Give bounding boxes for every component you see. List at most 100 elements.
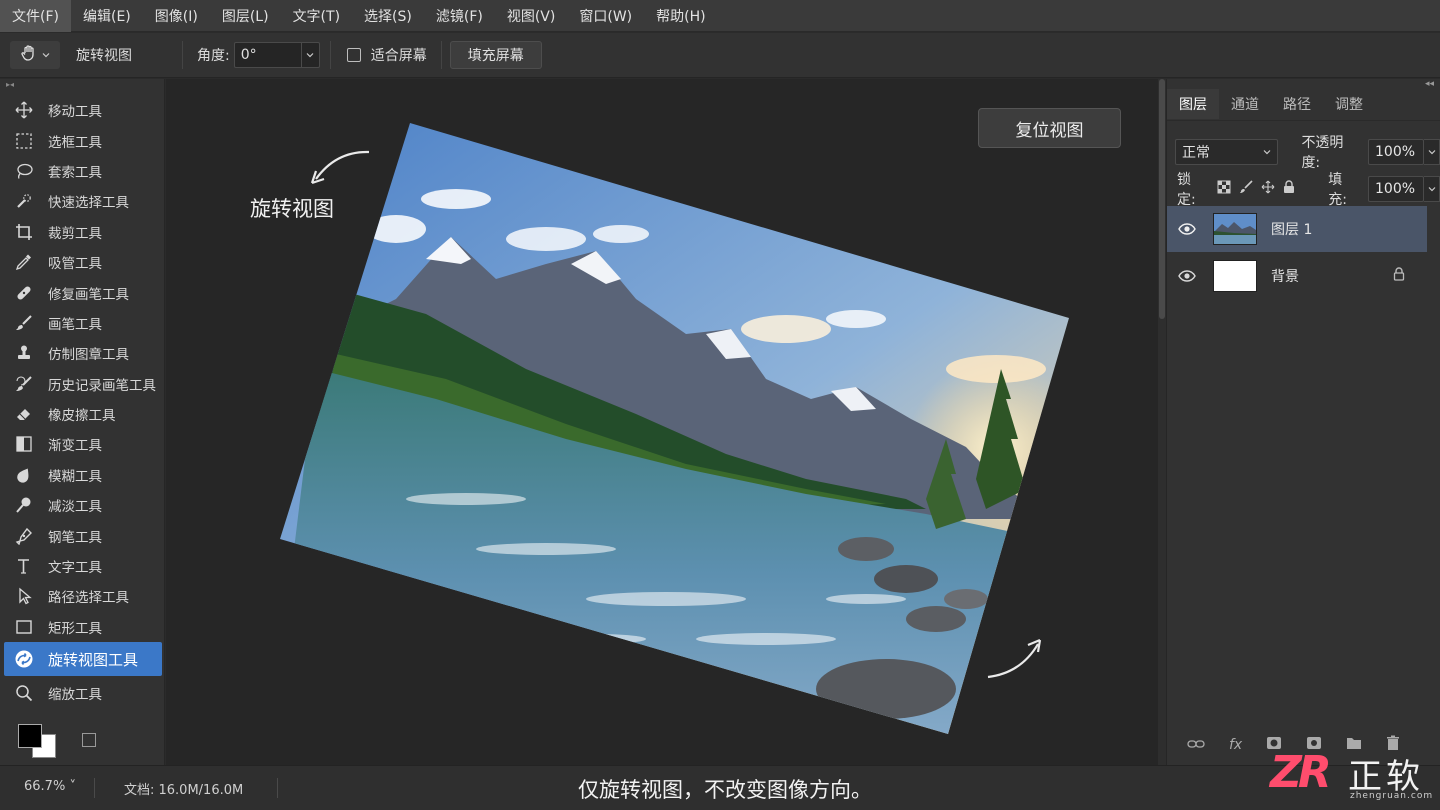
tool-eyedropper[interactable]: 吸管工具 xyxy=(0,247,164,277)
menu-edit[interactable]: 编辑(E) xyxy=(71,0,143,32)
eyedropper-icon xyxy=(14,252,34,272)
tab-channels[interactable]: 通道 xyxy=(1219,89,1271,119)
blend-mode-select[interactable]: 正常 xyxy=(1175,139,1278,165)
fx-icon[interactable]: fx xyxy=(1229,737,1242,753)
panel-collapse-icon[interactable]: ◂◂ xyxy=(1425,79,1434,89)
tool-brush[interactable]: 画笔工具 xyxy=(0,308,164,338)
chevron-down-icon[interactable] xyxy=(300,43,319,67)
lock-label: 锁定: xyxy=(1177,172,1196,208)
status-bar: 66.7% ˅ 文档: 16.0M/16.0M 仅旋转视图，不改变图像方向。 xyxy=(0,765,1440,810)
lasso-icon xyxy=(14,161,34,181)
menu-layer[interactable]: 图层(L) xyxy=(210,0,281,32)
scrollbar-thumb[interactable] xyxy=(1159,79,1165,319)
zoom-icon xyxy=(14,683,34,703)
menu-type[interactable]: 文字(T) xyxy=(281,0,352,32)
chevron-down-icon xyxy=(1263,144,1271,160)
tool-move[interactable]: 移动工具 xyxy=(0,95,164,125)
canvas-scrollbar[interactable] xyxy=(1158,79,1166,765)
crop-icon xyxy=(14,222,34,242)
tool-label: 历史记录画笔工具 xyxy=(48,377,156,394)
zoom-level[interactable]: 66.7% ˅ xyxy=(24,779,76,794)
tool-pen[interactable]: 钢笔工具 xyxy=(0,520,164,550)
tool-eraser[interactable]: 橡皮擦工具 xyxy=(0,399,164,429)
tool-crop[interactable]: 裁剪工具 xyxy=(0,217,164,247)
panel-tabs: 图层 通道 路径 调整 xyxy=(1167,89,1375,119)
fill-screen-button[interactable]: 填充屏幕 xyxy=(449,41,542,69)
eye-icon[interactable] xyxy=(1167,270,1207,282)
tool-rectangle[interactable]: 矩形工具 xyxy=(0,612,164,642)
tool-label: 修复画笔工具 xyxy=(48,286,129,303)
fill-input[interactable]: 100% xyxy=(1368,176,1424,202)
lock-position-icon[interactable] xyxy=(1261,180,1275,198)
move-icon xyxy=(14,100,34,120)
tool-preset-picker[interactable] xyxy=(10,41,60,69)
tool-gradient[interactable]: 渐变工具 xyxy=(0,429,164,459)
tool-label: 旋转视图工具 xyxy=(48,650,139,669)
link-layers-icon[interactable] xyxy=(1187,737,1205,753)
angle-input[interactable]: 0° xyxy=(233,42,320,68)
tab-paths[interactable]: 路径 xyxy=(1271,89,1323,119)
layer-row-layer-1[interactable]: 图层 1 xyxy=(1167,206,1427,252)
tool-zoom[interactable]: 缩放工具 xyxy=(0,678,164,708)
tool-label: 选框工具 xyxy=(48,134,102,151)
tools-panel: ▸◂ 移动工具 选框工具 套索工具 快速选择工具 裁剪工具 吸管工具 修复画笔工… xyxy=(0,79,165,765)
tool-label: 吸管工具 xyxy=(48,256,102,273)
lock-transparency-icon[interactable] xyxy=(1217,180,1231,198)
quick-mask-icon[interactable] xyxy=(82,733,96,747)
fill-label: 填充: xyxy=(1328,172,1347,208)
panel-grip[interactable]: ▸◂ xyxy=(0,79,164,91)
menu-window[interactable]: 窗口(W) xyxy=(567,0,644,32)
menu-help[interactable]: 帮助(H) xyxy=(644,0,717,32)
tool-quick-select[interactable]: 快速选择工具 xyxy=(0,186,164,216)
menu-view[interactable]: 视图(V) xyxy=(495,0,568,32)
tool-path-select[interactable]: 路径选择工具 xyxy=(0,581,164,611)
tool-marquee[interactable]: 选框工具 xyxy=(0,125,164,155)
tab-adjustments[interactable]: 调整 xyxy=(1323,89,1375,119)
eye-icon[interactable] xyxy=(1167,223,1207,235)
tool-history-brush[interactable]: 历史记录画笔工具 xyxy=(0,369,164,399)
lock-pixels-icon[interactable] xyxy=(1239,180,1253,198)
tool-rotate-view[interactable]: 旋转视图工具 xyxy=(4,642,162,677)
tool-dodge[interactable]: 减淡工具 xyxy=(0,490,164,520)
tool-lasso[interactable]: 套索工具 xyxy=(0,156,164,186)
menu-image[interactable]: 图像(I) xyxy=(143,0,210,32)
menu-select[interactable]: 选择(S) xyxy=(352,0,424,32)
chevron-down-icon[interactable] xyxy=(1424,176,1440,202)
foreground-color[interactable] xyxy=(18,724,42,748)
tab-layers[interactable]: 图层 xyxy=(1167,89,1219,119)
rectangle-icon xyxy=(14,617,34,637)
lock-icon xyxy=(1393,267,1405,285)
menu-file[interactable]: 文件(F) xyxy=(0,0,71,32)
chevron-down-icon[interactable] xyxy=(1424,139,1440,165)
layer-row-background[interactable]: 背景 xyxy=(1167,253,1427,299)
color-swatches[interactable] xyxy=(18,724,64,758)
tool-label: 矩形工具 xyxy=(48,620,102,637)
menu-filter[interactable]: 滤镜(F) xyxy=(424,0,495,32)
blend-row: 正常 不透明度: 100% xyxy=(1175,132,1440,172)
tool-label: 钢笔工具 xyxy=(48,529,102,546)
tool-label: 画笔工具 xyxy=(48,316,102,333)
tool-label: 橡皮擦工具 xyxy=(48,408,116,425)
blur-icon xyxy=(14,465,34,485)
canvas-area[interactable]: 旋转视图 复位视图 xyxy=(166,79,1158,765)
divider xyxy=(1167,120,1440,121)
tool-label: 裁剪工具 xyxy=(48,225,102,242)
divider xyxy=(440,41,442,69)
tool-clone-stamp[interactable]: 仿制图章工具 xyxy=(0,338,164,368)
reset-view-button[interactable]: 复位视图 xyxy=(978,108,1121,148)
tool-label: 模糊工具 xyxy=(48,468,102,485)
tool-label: 移动工具 xyxy=(48,104,102,121)
layer-name: 背景 xyxy=(1271,269,1299,285)
tool-type[interactable]: 文字工具 xyxy=(0,551,164,581)
fit-screen-checkbox[interactable] xyxy=(346,48,361,62)
zoom-value: 66.7% xyxy=(24,779,66,794)
tool-label: 快速选择工具 xyxy=(48,195,129,212)
tool-blur[interactable]: 模糊工具 xyxy=(0,460,164,490)
divider xyxy=(329,41,331,69)
tool-healing-brush[interactable]: 修复画笔工具 xyxy=(0,277,164,307)
lock-all-icon[interactable] xyxy=(1283,180,1295,198)
pen-icon xyxy=(14,526,34,546)
menu-bar: 文件(F) 编辑(E) 图像(I) 图层(L) 文字(T) 选择(S) 滤镜(F… xyxy=(0,0,1440,32)
tool-label: 文字工具 xyxy=(48,560,102,577)
opacity-input[interactable]: 100% xyxy=(1368,139,1424,165)
